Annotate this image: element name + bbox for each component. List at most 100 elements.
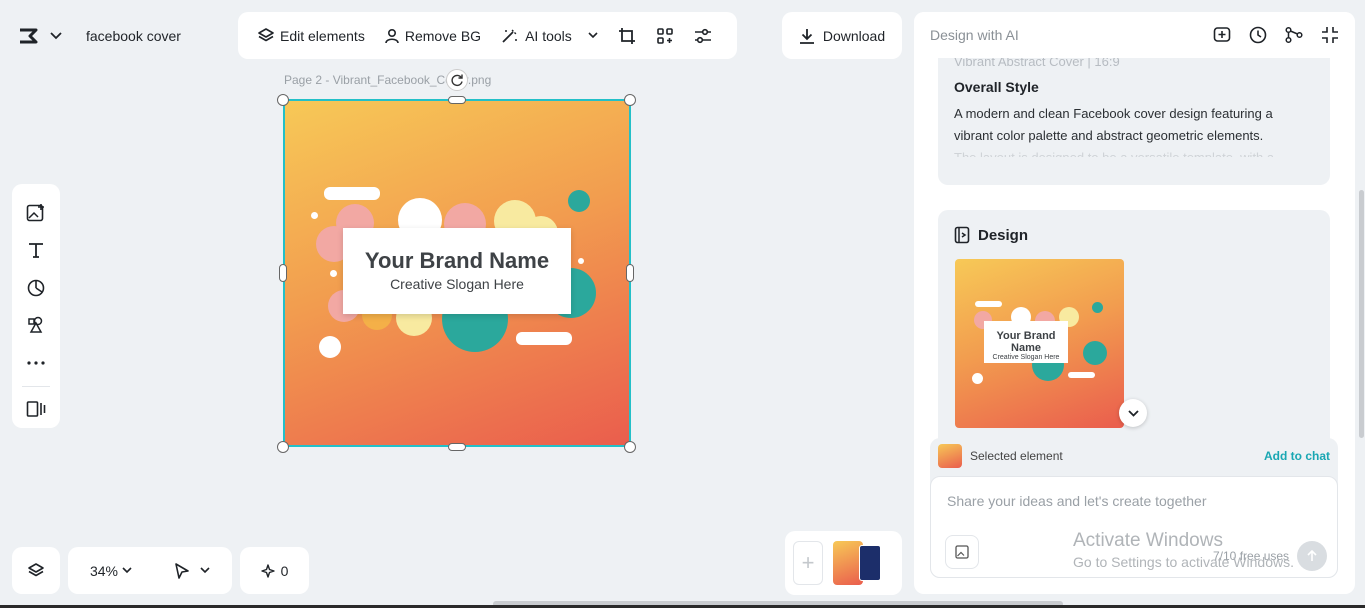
- selected-element-row: Selected element Add to chat: [938, 444, 1330, 468]
- scan-icon: [656, 27, 674, 45]
- elements-icon: [27, 316, 45, 334]
- app-header: facebook cover: [8, 14, 203, 58]
- brand-name-text[interactable]: Your Brand Name: [343, 248, 571, 274]
- chevron-down-icon[interactable]: [50, 32, 62, 40]
- decor-dot: [330, 270, 337, 277]
- shapes-tool[interactable]: [16, 269, 56, 307]
- share-icon[interactable]: [1285, 26, 1303, 44]
- resize-handle-bottom-left[interactable]: [277, 441, 289, 453]
- decor-pill: [975, 301, 1002, 307]
- capcut-logo-icon[interactable]: [18, 27, 40, 45]
- resize-icon: [26, 400, 46, 418]
- image-add-icon: [26, 203, 46, 223]
- add-image-tool[interactable]: [16, 194, 56, 232]
- edit-elements-button[interactable]: Edit elements: [250, 22, 373, 50]
- divider: [22, 385, 50, 387]
- crop-icon: [618, 27, 636, 45]
- upload-image-button[interactable]: [945, 535, 979, 569]
- overall-style-cutoff: The layout is designed to be a versatile…: [954, 147, 1314, 157]
- collapse-icon[interactable]: [1321, 26, 1339, 44]
- slogan-text[interactable]: Creative Slogan Here: [343, 276, 571, 292]
- pages-strip: +: [785, 531, 902, 595]
- image-icon: [955, 545, 969, 559]
- decor-circle: [1092, 302, 1103, 313]
- design-thumbnail[interactable]: Your Brand Name Creative Slogan Here: [955, 259, 1124, 428]
- zoom-controls: 34%: [68, 547, 232, 594]
- more-tools[interactable]: [16, 344, 56, 382]
- page-thumbnail[interactable]: [859, 545, 881, 581]
- download-label: Download: [822, 27, 886, 44]
- resize-handle-top[interactable]: [448, 96, 466, 104]
- sliders-icon: [694, 27, 712, 45]
- selected-element-label: Selected element: [970, 449, 1063, 463]
- rotate-handle[interactable]: [446, 69, 468, 91]
- add-page-button[interactable]: +: [793, 541, 823, 585]
- decor-circle: [972, 373, 983, 384]
- design-with-ai-panel: Design with AI Vibrant Abstract Cover | …: [914, 12, 1355, 594]
- decor-pill: [1068, 372, 1095, 378]
- resize-tool[interactable]: [16, 390, 56, 428]
- chevron-down-icon[interactable]: [200, 567, 210, 574]
- crop-button[interactable]: [610, 21, 644, 51]
- ai-tools-label: AI tools: [525, 27, 572, 44]
- design-heading: Design: [954, 226, 1314, 244]
- thumb-slogan: Creative Slogan Here: [992, 354, 1060, 361]
- panel-title: Design with AI: [930, 27, 1019, 43]
- decor-dot: [311, 212, 318, 219]
- credits-value: 0: [280, 562, 289, 579]
- layers-icon: [258, 27, 274, 44]
- resize-handle-right[interactable]: [626, 264, 634, 282]
- layers-button[interactable]: [12, 547, 60, 594]
- remove-bg-label: Remove BG: [404, 27, 482, 44]
- selected-element-thumbnail: [938, 444, 962, 468]
- remove-bg-button[interactable]: Remove BG: [377, 22, 489, 50]
- watermark-line1: Activate Windows: [1073, 530, 1223, 551]
- thumb-brand-box: Your Brand Name Creative Slogan Here: [984, 321, 1068, 363]
- chevron-down-icon: [1127, 409, 1139, 417]
- thumb-brand-name: Your Brand Name: [996, 330, 1056, 354]
- resize-handle-bottom-right[interactable]: [624, 441, 636, 453]
- pointer-icon[interactable]: [174, 562, 190, 579]
- adjust-button[interactable]: [686, 21, 720, 51]
- smart-select-button[interactable]: [648, 21, 682, 51]
- resize-handle-top-left[interactable]: [277, 94, 289, 106]
- elements-tool[interactable]: [16, 307, 56, 345]
- ai-tools-button[interactable]: AI tools: [493, 22, 606, 50]
- shapes-icon: [27, 279, 45, 297]
- chat-placeholder: Share your ideas and let's create togeth…: [947, 493, 1207, 509]
- decor-pill: [324, 187, 380, 200]
- overall-style-heading: Overall Style: [954, 79, 1039, 95]
- chevron-down-icon: [588, 32, 598, 39]
- document-title[interactable]: facebook cover: [86, 28, 181, 44]
- edit-elements-label: Edit elements: [280, 27, 365, 44]
- text-tool[interactable]: [16, 232, 56, 270]
- resize-handle-bottom[interactable]: [448, 443, 466, 451]
- facebook-cover-design[interactable]: Your Brand Name Creative Slogan Here: [284, 100, 630, 446]
- zoom-level[interactable]: 34%: [90, 563, 118, 579]
- new-chat-icon[interactable]: [1213, 26, 1231, 44]
- left-toolbar: [12, 184, 60, 428]
- credits-counter[interactable]: 0: [240, 547, 309, 594]
- top-toolbar: Edit elements Remove BG AI tools: [238, 12, 737, 59]
- brand-text-box[interactable]: Your Brand Name Creative Slogan Here: [343, 228, 571, 314]
- expand-button[interactable]: [1119, 399, 1147, 427]
- vertical-scrollbar[interactable]: [1359, 190, 1364, 438]
- text-icon: [27, 241, 45, 259]
- person-icon: [385, 28, 399, 44]
- send-button[interactable]: [1297, 541, 1327, 571]
- resize-handle-left[interactable]: [279, 264, 287, 282]
- history-icon[interactable]: [1249, 26, 1267, 44]
- add-to-chat-link[interactable]: Add to chat: [1264, 449, 1330, 463]
- decor-circle: [1083, 341, 1107, 365]
- resize-handle-top-right[interactable]: [624, 94, 636, 106]
- chevron-down-icon[interactable]: [122, 567, 132, 574]
- download-icon: [799, 28, 815, 44]
- design-heading-label: Design: [978, 226, 1029, 244]
- rotate-icon: [450, 73, 464, 87]
- decor-circle: [319, 336, 341, 358]
- download-button[interactable]: Download: [782, 12, 902, 59]
- more-icon: [27, 361, 45, 365]
- panel-header: Design with AI: [914, 12, 1355, 58]
- windows-activation-watermark: Activate Windows Go to Settings to activ…: [1073, 530, 1294, 570]
- arrow-up-icon: [1306, 550, 1318, 562]
